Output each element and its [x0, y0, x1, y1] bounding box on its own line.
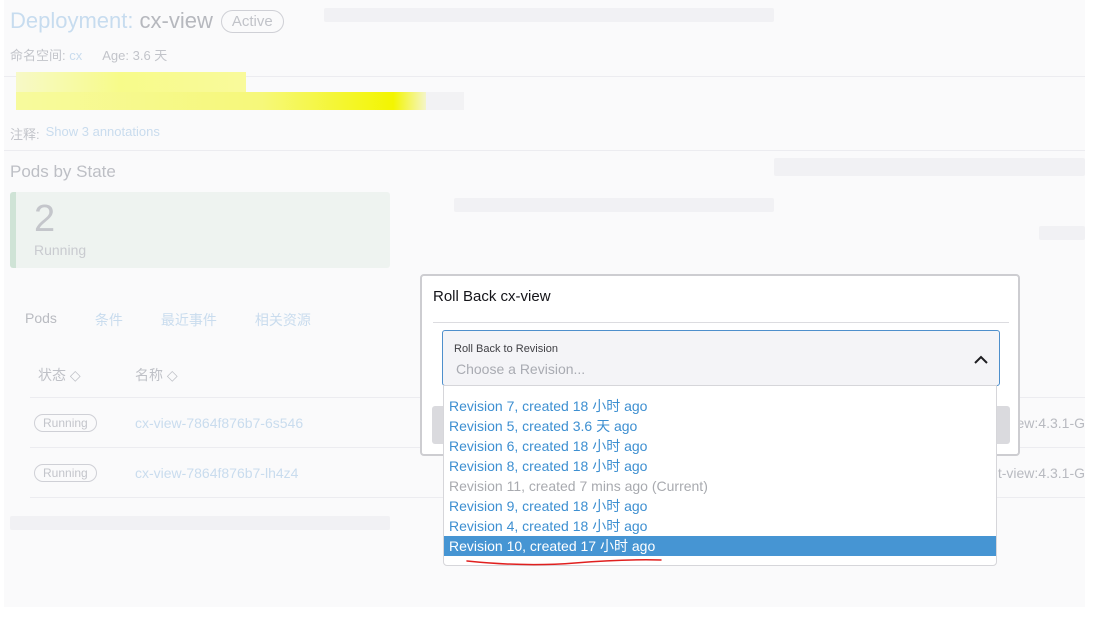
rollback-button[interactable] — [996, 406, 1010, 444]
pod-name-link[interactable]: cx-view-7864f876b7-lh4z4 — [135, 465, 298, 481]
tab-conditions[interactable]: 条件 — [95, 308, 123, 332]
blurred-bar — [10, 516, 390, 530]
redaction-highlight — [426, 92, 464, 110]
revision-option[interactable]: Revision 4, created 18 小时 ago — [444, 516, 996, 536]
annotations-label: 注释: — [10, 127, 40, 142]
redaction-highlight — [16, 92, 426, 110]
blurred-bar — [1039, 226, 1085, 240]
revision-select[interactable]: Roll Back to Revision Choose a Revision.… — [442, 330, 1000, 386]
pod-image: t-view:4.3.1-G — [997, 464, 1085, 481]
tab-bar: Pods 条件 最近事件 相关资源 — [25, 308, 349, 332]
chevron-up-icon[interactable] — [971, 351, 991, 367]
namespace-link[interactable]: cx — [69, 48, 82, 63]
revision-options-list: Revision 7, created 18 小时 ago Revision 5… — [443, 385, 997, 566]
namespace-label: 命名空间: — [10, 48, 66, 63]
modal-divider — [433, 322, 1009, 323]
age-meta: Age: 3.6 天 — [102, 45, 167, 64]
redaction-highlight — [16, 72, 246, 92]
status-badge: Active — [220, 9, 284, 33]
revision-option[interactable]: Revision 6, created 18 小时 ago — [444, 436, 996, 456]
revision-option-current: Revision 11, created 7 mins ago (Current… — [449, 478, 708, 494]
resource-name: cx-view — [139, 8, 213, 33]
running-count: 2 — [34, 198, 56, 240]
page-header: Deployment: cx-view Active — [10, 8, 284, 34]
tab-related-resources[interactable]: 相关资源 — [255, 308, 311, 332]
annotations-row: 注释: Show 3 annotations — [10, 124, 160, 143]
revision-select-placeholder: Choose a Revision... — [456, 361, 586, 377]
blurred-bar — [324, 8, 774, 22]
revision-option-highlighted[interactable]: Revision 10, created 17 小时 ago — [444, 536, 996, 556]
column-status-header[interactable]: 状态 ◇ — [30, 365, 135, 385]
age-value: 3.6 天 — [132, 48, 168, 63]
namespace-meta: 命名空间: cx — [10, 45, 82, 64]
blurred-bar — [774, 158, 1085, 176]
pods-by-state-title: Pods by State — [10, 162, 116, 181]
annotation-underline — [466, 559, 662, 566]
running-label: Running — [34, 242, 87, 258]
tab-pods[interactable]: Pods — [25, 308, 57, 332]
revision-select-label: Roll Back to Revision — [454, 343, 558, 355]
pod-name-link[interactable]: cx-view-7864f876b7-6s546 — [135, 415, 303, 431]
running-state-card: 2 Running — [10, 192, 390, 268]
pod-status-badge: Running — [34, 463, 97, 482]
resource-kind: Deployment: — [10, 8, 134, 33]
modal-title: Roll Back cx-view — [433, 288, 551, 305]
blurred-bar — [454, 198, 774, 212]
revision-option[interactable]: Revision 9, created 18 小时 ago — [444, 496, 996, 516]
tab-recent-events[interactable]: 最近事件 — [161, 308, 217, 332]
revision-option[interactable]: Revision 8, created 18 小时 ago — [444, 456, 996, 476]
pod-image: iew:4.3.1-G — [1013, 414, 1085, 431]
revision-option[interactable]: Revision 5, created 3.6 天 ago — [444, 416, 996, 436]
pod-status-badge: Running — [34, 413, 97, 432]
meta-row: 命名空间: cx Age: 3.6 天 — [10, 45, 167, 64]
age-label: Age: — [102, 48, 129, 63]
revision-option[interactable]: Revision 7, created 18 小时 ago — [444, 396, 996, 416]
show-annotations-link[interactable]: Show 3 annotations — [46, 124, 160, 143]
divider — [4, 150, 1085, 151]
